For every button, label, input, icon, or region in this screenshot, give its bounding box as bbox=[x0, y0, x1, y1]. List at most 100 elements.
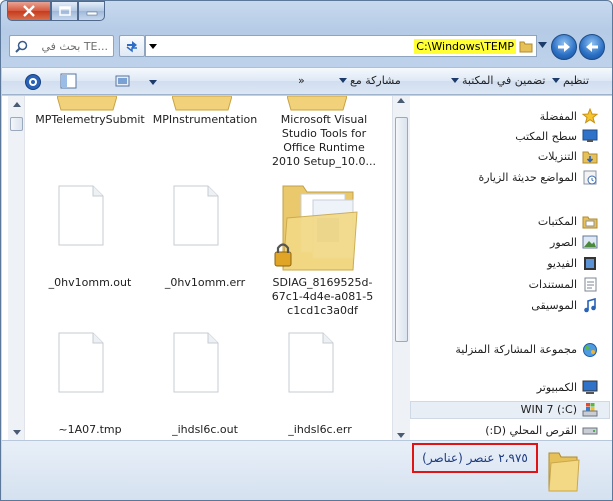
share-with-menu[interactable]: مشاركة مع bbox=[339, 74, 401, 87]
refresh-button[interactable] bbox=[119, 35, 145, 57]
arrow-left-icon bbox=[586, 42, 598, 52]
nav-label: الفيديو bbox=[547, 257, 577, 270]
maximize-icon bbox=[58, 6, 71, 16]
nav-drive-d[interactable]: القرص المحلي (D:) bbox=[485, 424, 598, 437]
preview-pane-icon[interactable] bbox=[60, 73, 77, 89]
chevron-up-icon bbox=[12, 101, 21, 107]
help-icon[interactable] bbox=[24, 73, 42, 91]
address-text[interactable]: C:\Windows\TEMP bbox=[414, 38, 516, 54]
chevron-down-icon bbox=[149, 43, 157, 49]
nav-favorites[interactable]: المفضلة bbox=[540, 108, 598, 124]
blank-file-icon bbox=[58, 185, 104, 246]
file-item[interactable]: MPInstrumentation bbox=[150, 113, 260, 127]
chevron-down-icon[interactable] bbox=[397, 433, 405, 438]
chevron-down-icon bbox=[552, 78, 560, 83]
address-path[interactable]: C:\Windows\TEMP bbox=[160, 38, 536, 54]
nav-label: مجموعة المشاركة المنزلية bbox=[455, 343, 577, 356]
forward-button[interactable] bbox=[551, 34, 577, 60]
content-area: MPTelemetrySubmit MPInstrumentation Micr… bbox=[2, 96, 612, 440]
nav-computer[interactable]: الكمبيوتر bbox=[537, 380, 598, 395]
nav-drive-c[interactable]: (C:) WIN 7 bbox=[521, 402, 598, 417]
minimize-button[interactable] bbox=[78, 1, 105, 21]
minimize-icon bbox=[86, 11, 97, 16]
scroll-thumb[interactable] bbox=[10, 117, 23, 131]
view-dropdown-icon[interactable] bbox=[149, 80, 157, 85]
nav-music[interactable]: الموسيقى bbox=[531, 298, 598, 313]
file-name: MPTelemetrySubmit bbox=[35, 113, 145, 126]
blank-file-icon bbox=[173, 332, 219, 393]
nav-downloads[interactable]: التنزيلات bbox=[538, 149, 598, 164]
scroll-up-arrow[interactable] bbox=[8, 96, 25, 112]
file-item[interactable]: SDIAG_8169525d-67c1-4d4e-a081-5c1cd1c3a0… bbox=[270, 276, 375, 318]
search-box[interactable]: بحث في TE... bbox=[9, 35, 114, 57]
details-pane: ٢،٩٧٥ عنصر (عناصر) bbox=[2, 440, 612, 500]
nav-label: الموسيقى bbox=[531, 299, 577, 312]
scroll-thumb[interactable] bbox=[395, 117, 408, 342]
scroll-down-arrow[interactable] bbox=[8, 424, 25, 440]
nav-label: القرص المحلي (D:) bbox=[485, 424, 577, 437]
file-list-scrollbar[interactable] bbox=[8, 96, 25, 440]
close-button[interactable] bbox=[7, 1, 51, 21]
organize-label: تنظيم bbox=[563, 74, 590, 87]
search-placeholder: بحث في TE... bbox=[41, 39, 108, 53]
nav-pictures[interactable]: الصور bbox=[550, 235, 598, 249]
navigation-pane-scrollbar[interactable] bbox=[392, 96, 410, 440]
folder-icon bbox=[172, 96, 232, 111]
videos-icon bbox=[584, 257, 596, 270]
file-name: MPInstrumentation bbox=[152, 113, 258, 126]
file-item[interactable]: Microsoft Visual Studio Tools for Office… bbox=[268, 113, 380, 169]
file-name: _0hv1omm.err bbox=[164, 276, 246, 289]
nav-label: التنزيلات bbox=[537, 150, 577, 163]
nav-label: المواضع حديثة الزيارة bbox=[478, 171, 577, 184]
nav-homegroup[interactable]: مجموعة المشاركة المنزلية bbox=[455, 342, 598, 357]
nav-recent-places[interactable]: المواضع حديثة الزيارة bbox=[478, 170, 598, 185]
file-item[interactable]: ~1A07.tmp bbox=[35, 423, 145, 437]
search-icon bbox=[15, 40, 28, 53]
nav-label: المفضلة bbox=[539, 109, 577, 123]
close-icon bbox=[23, 5, 35, 17]
include-in-library-menu[interactable]: تضمين في المكتبة bbox=[451, 74, 545, 87]
nav-desktop[interactable]: سطح المكتب bbox=[515, 129, 598, 143]
hard-drive-icon bbox=[582, 427, 598, 434]
file-name: Microsoft Visual Studio Tools for Office… bbox=[272, 113, 376, 168]
file-name: _ihdsl6c.err bbox=[288, 423, 352, 436]
windows-drive-icon bbox=[582, 403, 598, 417]
desktop-icon bbox=[582, 129, 598, 142]
documents-icon bbox=[584, 277, 597, 292]
nav-label: (C:) WIN 7 bbox=[520, 403, 577, 416]
nav-libraries[interactable]: المكتبات bbox=[538, 214, 598, 229]
navigation-bar: بحث في TE... C:\Windows\TEMP bbox=[7, 34, 607, 60]
more-commands-button[interactable]: » bbox=[298, 74, 305, 87]
blank-file-icon bbox=[58, 332, 104, 393]
nav-documents[interactable]: المستندات bbox=[529, 277, 598, 292]
address-bar[interactable]: C:\Windows\TEMP bbox=[145, 35, 537, 57]
caption-buttons bbox=[7, 1, 105, 21]
recent-pages-dropdown-icon[interactable] bbox=[538, 42, 547, 48]
file-item[interactable]: _ihdsl6c.err bbox=[265, 423, 375, 437]
file-item[interactable]: _ihdsl6c.out bbox=[150, 423, 260, 437]
file-item[interactable]: _0hv1omm.out bbox=[35, 276, 145, 290]
file-name: _0hv1omm.out bbox=[48, 276, 132, 289]
star-icon bbox=[582, 108, 598, 124]
share-with-label: مشاركة مع bbox=[350, 74, 401, 87]
nav-label: الصور bbox=[550, 235, 577, 249]
folder-icon bbox=[287, 96, 347, 111]
item-count: ٢،٩٧٥ عنصر (عناصر) bbox=[412, 443, 538, 473]
chevron-down-icon bbox=[12, 429, 21, 435]
chevron-down-icon bbox=[451, 78, 459, 83]
address-dropdown[interactable] bbox=[146, 43, 160, 49]
file-item[interactable]: MPTelemetrySubmit bbox=[35, 113, 145, 127]
downloads-folder-icon bbox=[582, 151, 598, 164]
chevron-up-icon[interactable] bbox=[397, 98, 405, 103]
view-options-icon[interactable] bbox=[115, 75, 131, 87]
chevron-down-icon bbox=[339, 78, 347, 83]
file-name: SDIAG_8169525d-67c1-4d4e-a081-5c1cd1c3a0… bbox=[271, 276, 374, 317]
organize-menu[interactable]: تنظيم bbox=[552, 74, 589, 87]
nav-label: المكتبات bbox=[537, 215, 577, 228]
file-item[interactable]: _0hv1omm.err bbox=[150, 276, 260, 290]
nav-videos[interactable]: الفيديو bbox=[547, 256, 598, 271]
blank-file-icon bbox=[288, 332, 334, 393]
maximize-button[interactable] bbox=[51, 1, 78, 21]
folder-icon bbox=[57, 96, 117, 111]
back-button[interactable] bbox=[579, 34, 605, 60]
